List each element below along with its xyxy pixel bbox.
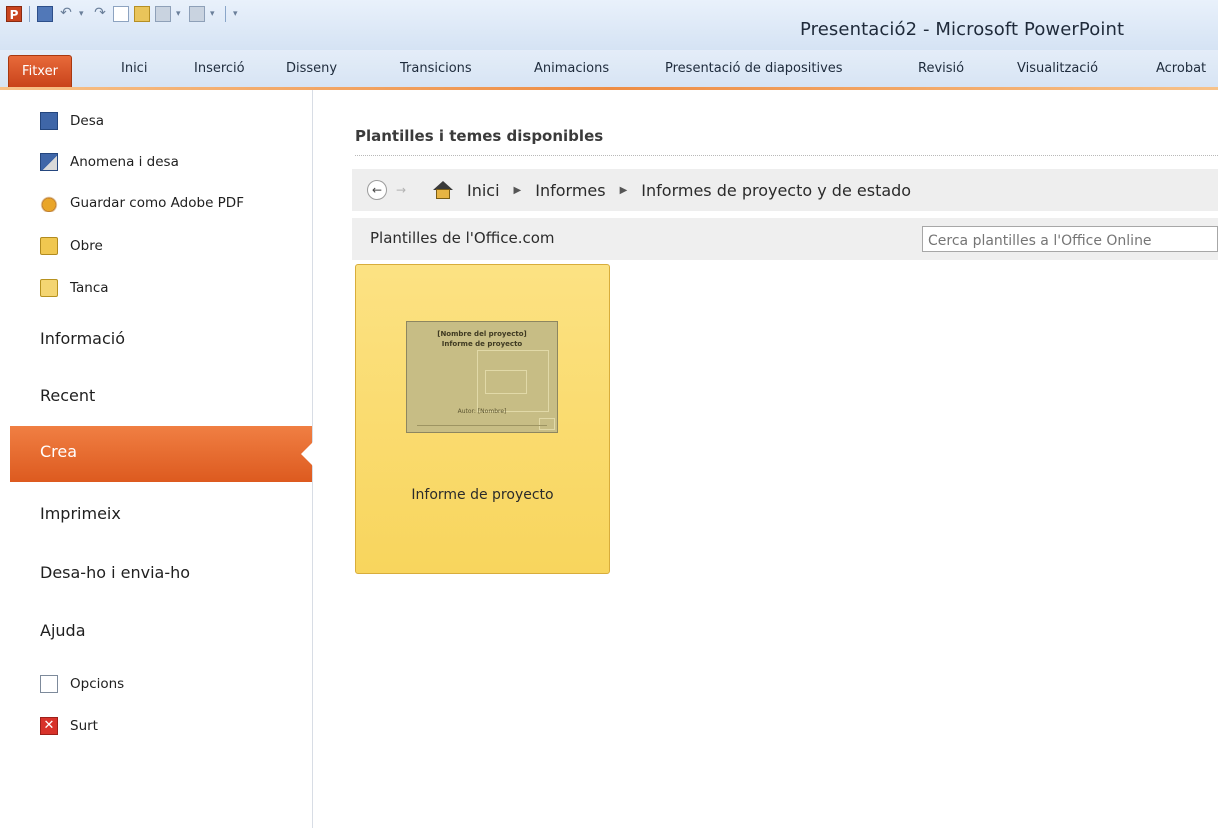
open-command[interactable]: Obre bbox=[40, 232, 103, 260]
close-command[interactable]: Tanca bbox=[40, 274, 109, 302]
template-card[interactable]: [Nombre del proyecto] Informe de proyect… bbox=[355, 264, 610, 574]
open-folder-icon bbox=[40, 237, 58, 255]
save-pdf-command[interactable]: Guardar como Adobe PDF bbox=[40, 189, 244, 217]
tab-revisio[interactable]: Revisió bbox=[918, 61, 964, 76]
chevron-down-icon[interactable]: ▾ bbox=[210, 6, 218, 22]
spelling-icon[interactable] bbox=[155, 6, 171, 22]
breadcrumb-current: Informes de proyecto y de estado bbox=[641, 180, 912, 200]
template-thumbnail: [Nombre del proyecto] Informe de proyect… bbox=[406, 321, 558, 433]
thumb-decoration bbox=[485, 370, 527, 394]
close-folder-icon bbox=[40, 279, 58, 297]
home-icon[interactable] bbox=[433, 181, 453, 199]
tab-visualitzacio[interactable]: Visualització bbox=[1017, 61, 1098, 76]
nav-new-selected[interactable]: Crea bbox=[10, 426, 313, 482]
close-label: Tanca bbox=[70, 280, 109, 296]
options-label: Opcions bbox=[70, 676, 125, 692]
tab-presentacio[interactable]: Presentació de diapositives bbox=[665, 61, 843, 76]
undo-icon[interactable]: ↶ bbox=[58, 6, 74, 22]
home-body bbox=[436, 189, 450, 199]
office-templates-label: Plantilles de l'Office.com bbox=[370, 229, 555, 247]
chevron-down-icon[interactable]: ▾ bbox=[79, 6, 87, 22]
save-icon[interactable] bbox=[37, 6, 53, 22]
back-arrow-icon[interactable]: ← bbox=[367, 180, 387, 200]
slide-show-icon[interactable] bbox=[189, 6, 205, 22]
nav-help[interactable]: Ajuda bbox=[40, 621, 86, 640]
exit-label: Surt bbox=[70, 718, 98, 734]
powerpoint-app-icon[interactable]: P bbox=[6, 6, 22, 22]
exit-command[interactable]: ✕ Surt bbox=[40, 712, 98, 740]
tab-insercio[interactable]: Inserció bbox=[194, 61, 245, 76]
tab-transicions[interactable]: Transicions bbox=[400, 61, 472, 76]
options-command[interactable]: Opcions bbox=[40, 670, 124, 698]
options-icon bbox=[40, 675, 58, 693]
thumb-decoration bbox=[539, 418, 555, 430]
exit-icon: ✕ bbox=[40, 717, 58, 735]
tab-animacions[interactable]: Animacions bbox=[534, 61, 609, 76]
thumb-footer-line bbox=[417, 425, 547, 428]
chevron-down-icon[interactable]: ▾ bbox=[176, 6, 184, 22]
breadcrumb-home[interactable]: Inici bbox=[467, 181, 500, 200]
save-command[interactable]: Desa bbox=[40, 107, 104, 135]
thumb-project-name: [Nombre del proyecto] bbox=[437, 330, 527, 338]
adobe-pdf-icon bbox=[40, 194, 58, 212]
quick-access-toolbar: P ↶ ▾ ↷ ▾ ▾ ▾ bbox=[6, 6, 241, 22]
tab-acrobat[interactable]: Acrobat bbox=[1156, 61, 1206, 76]
nav-recent[interactable]: Recent bbox=[40, 386, 95, 405]
save-pdf-label: Guardar como Adobe PDF bbox=[70, 195, 244, 211]
nav-new-label: Crea bbox=[40, 442, 78, 461]
thumb-author: Autor: [Nombre] bbox=[457, 408, 507, 415]
open-folder-icon[interactable] bbox=[134, 6, 150, 22]
breadcrumb-separator-icon: ▶ bbox=[513, 184, 522, 196]
template-name: Informe de proyecto bbox=[411, 487, 554, 503]
nav-info[interactable]: Informació bbox=[40, 329, 125, 348]
breadcrumb-separator-icon: ▶ bbox=[619, 184, 628, 196]
breadcrumb-reports[interactable]: Informes bbox=[535, 181, 605, 200]
heading-divider bbox=[355, 155, 1218, 156]
save-as-label: Anomena i desa bbox=[70, 154, 179, 170]
qat-separator bbox=[29, 6, 30, 22]
ribbon-tabs: Fitxer Inici Inserció Disseny Transicion… bbox=[0, 50, 1218, 89]
qat-separator bbox=[225, 6, 226, 22]
tab-file[interactable]: Fitxer bbox=[8, 55, 72, 88]
template-search-input[interactable] bbox=[922, 226, 1218, 252]
nav-share[interactable]: Desa-ho i envia-ho bbox=[40, 563, 190, 582]
window-title: Presentació2 - Microsoft PowerPoint bbox=[800, 19, 1125, 40]
save-label: Desa bbox=[70, 113, 105, 129]
page-title: Plantilles i temes disponibles bbox=[355, 127, 604, 145]
open-label: Obre bbox=[70, 238, 103, 254]
save-icon bbox=[40, 112, 58, 130]
redo-icon[interactable]: ↷ bbox=[92, 6, 108, 22]
save-as-command[interactable]: Anomena i desa bbox=[40, 148, 179, 176]
thumb-report-title: Informe de proyecto bbox=[441, 340, 523, 348]
tab-inici[interactable]: Inici bbox=[121, 61, 147, 76]
forward-arrow-icon[interactable]: → bbox=[391, 180, 411, 200]
breadcrumb: ← → Inici ▶ Informes ▶ Informes de proye… bbox=[352, 169, 1218, 211]
customize-qat-icon[interactable]: ▾ bbox=[233, 6, 241, 22]
office-templates-bar: Plantilles de l'Office.com bbox=[352, 218, 1218, 260]
selection-notch bbox=[301, 442, 313, 466]
tab-disseny[interactable]: Disseny bbox=[286, 61, 337, 76]
nav-print[interactable]: Imprimeix bbox=[40, 504, 121, 523]
new-document-icon[interactable] bbox=[113, 6, 129, 22]
save-as-icon bbox=[40, 153, 58, 171]
title-bar: P ↶ ▾ ↷ ▾ ▾ ▾ Presentació2 - Microsoft P… bbox=[0, 0, 1218, 50]
